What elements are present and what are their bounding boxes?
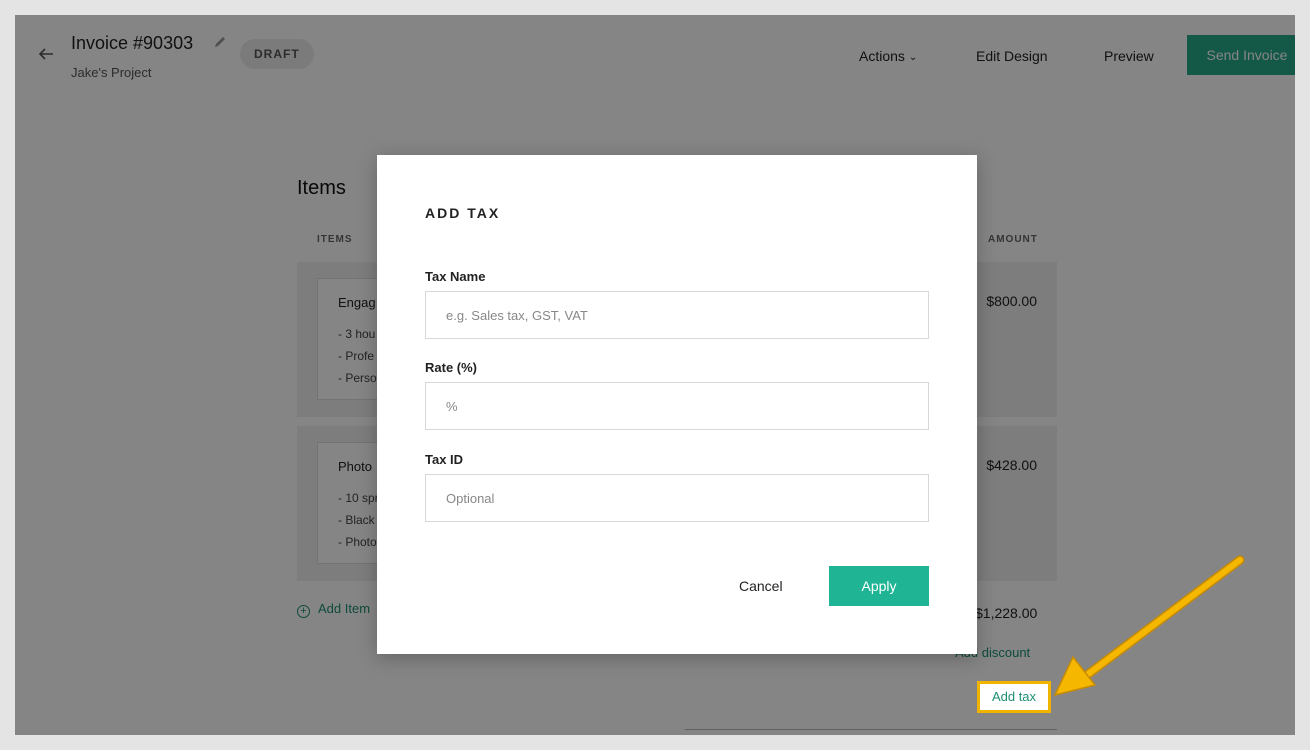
rate-input[interactable] [425,382,929,430]
app-frame: Invoice #90303 Jake's Project DRAFT Acti… [15,15,1295,735]
modal-title: ADD TAX [425,205,501,221]
tax-name-label: Tax Name [425,269,486,284]
tax-id-label: Tax ID [425,452,464,467]
rate-label: Rate (%) [425,360,478,375]
add-tax-modal: ADD TAX Tax Name Rate (%) Tax ID Cancel … [377,155,977,654]
callout-arrow-icon [1053,555,1245,697]
apply-button[interactable]: Apply [829,566,929,606]
tax-id-input[interactable] [425,474,929,522]
tax-name-input[interactable] [425,291,929,339]
cancel-button[interactable]: Cancel [739,566,783,606]
